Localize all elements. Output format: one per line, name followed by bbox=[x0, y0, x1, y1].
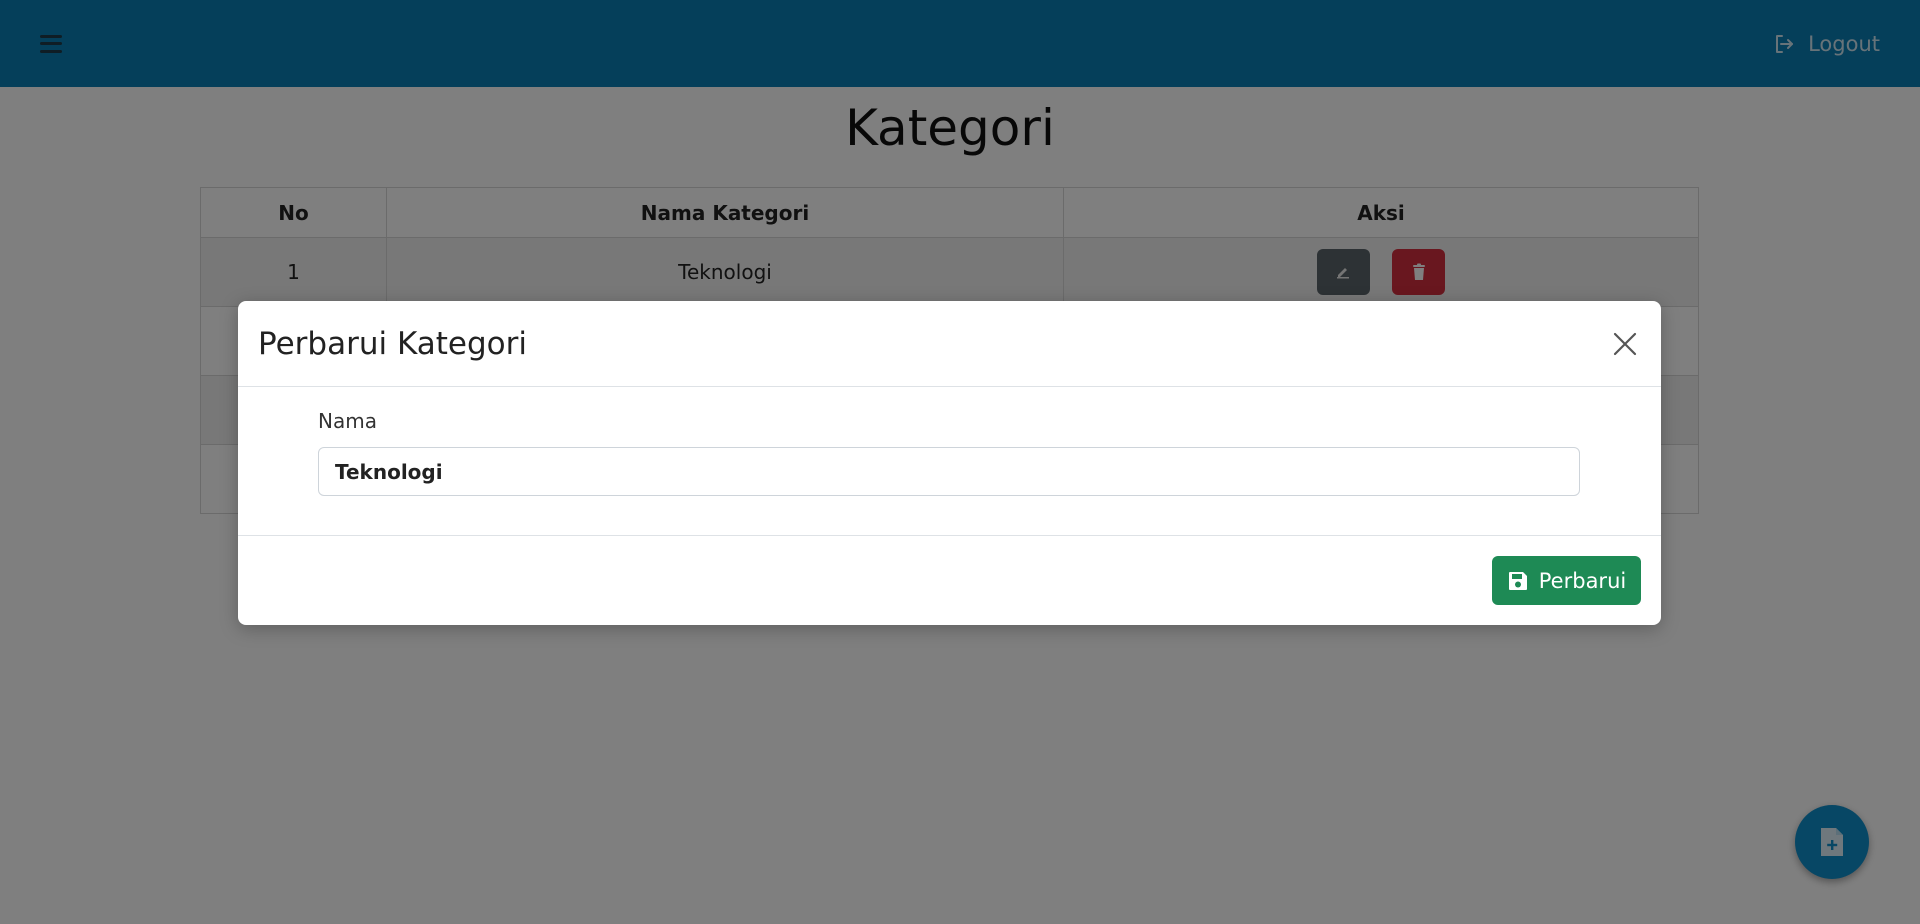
update-category-modal: Perbarui Kategori Nama Perbarui bbox=[238, 301, 1661, 625]
save-icon bbox=[1508, 571, 1527, 590]
modal-body: Nama bbox=[238, 387, 1661, 536]
modal-title: Perbarui Kategori bbox=[258, 325, 527, 362]
modal-footer: Perbarui bbox=[238, 536, 1661, 624]
modal-close-button[interactable] bbox=[1607, 326, 1643, 362]
update-button[interactable]: Perbarui bbox=[1492, 556, 1641, 605]
close-icon bbox=[1613, 332, 1637, 355]
update-button-label: Perbarui bbox=[1538, 568, 1627, 593]
name-field-label: Nama bbox=[318, 409, 377, 433]
name-field[interactable] bbox=[318, 447, 1580, 496]
modal-header: Perbarui Kategori bbox=[238, 301, 1661, 387]
